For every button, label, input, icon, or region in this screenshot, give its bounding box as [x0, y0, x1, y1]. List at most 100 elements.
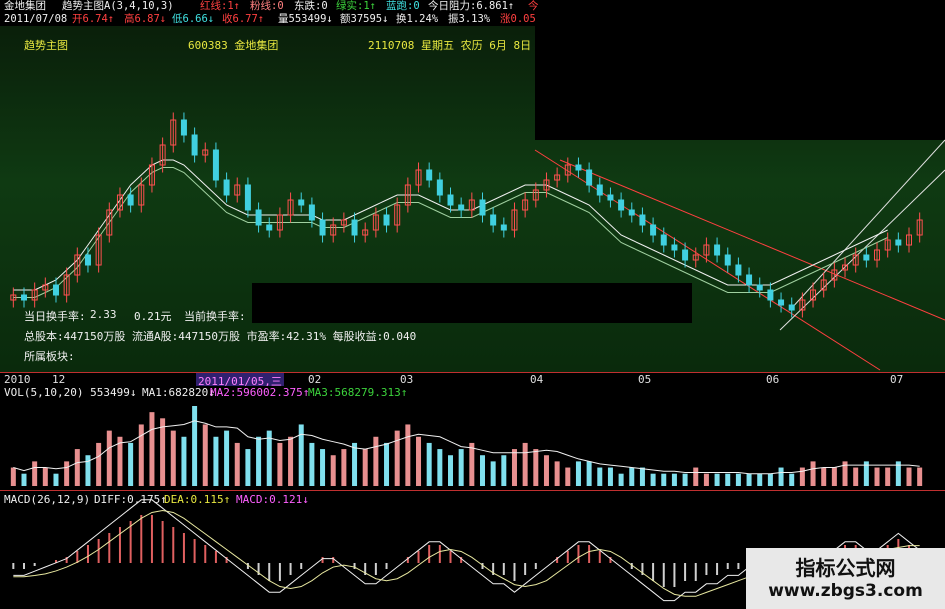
- candle-body: [212, 149, 219, 181]
- candle-body: [479, 199, 486, 216]
- volume-bar: [341, 449, 347, 486]
- candle-body: [671, 244, 678, 251]
- volume-bar: [405, 424, 411, 486]
- macd-diff: DIFF:0.175↑: [94, 493, 167, 506]
- candle-body: [319, 219, 326, 236]
- info-price-b: 0.21元: [134, 310, 172, 323]
- volume-bar: [735, 473, 741, 486]
- volume-bar: [682, 473, 688, 486]
- volume-bar: [373, 436, 379, 486]
- date-tick: 02: [308, 373, 322, 386]
- candle-body: [244, 184, 251, 211]
- candle-body: [298, 199, 305, 206]
- macd-label: MACD(26,12,9): [4, 493, 91, 506]
- redacted-info-box: [252, 283, 692, 323]
- volume-bar: [21, 473, 27, 486]
- volume-bar: [170, 430, 176, 486]
- volume-bar: [298, 424, 304, 486]
- volume-bar: [256, 436, 262, 486]
- candle-body: [308, 204, 315, 221]
- volume-bar: [501, 455, 507, 486]
- volume-bar: [746, 473, 752, 486]
- main-title: 趋势主图: [24, 39, 68, 52]
- candle-body: [458, 204, 465, 211]
- volume-bar: [458, 449, 464, 486]
- candle-body: [447, 194, 454, 206]
- volume-bar: [533, 449, 539, 486]
- header-line-2: 2011/07/08 开6.74↑ 高6.87↓ 低6.66↓ 收6.77↑ 量…: [0, 13, 945, 26]
- candle-body: [756, 284, 763, 291]
- volume-bar: [10, 467, 16, 486]
- volume-bar: [384, 442, 390, 486]
- candle-body: [863, 254, 870, 261]
- volume-bar: [266, 430, 272, 486]
- candle-body: [266, 224, 273, 231]
- volume-bar: [607, 467, 613, 486]
- volume-bar: [394, 430, 400, 486]
- candle-body: [20, 294, 27, 301]
- header-line-1: 金地集团 趋势主图A(3,4,10,3) 红线:1↑ 粉线:0 东跌:0 绿实:…: [0, 0, 945, 13]
- volume-bar: [799, 467, 805, 486]
- candle-body: [596, 184, 603, 196]
- quote-close: 收6.77↑: [222, 13, 265, 25]
- info-sector: 所属板块:: [24, 350, 75, 363]
- volume-bar: [138, 424, 144, 486]
- volume-bar: [575, 461, 581, 486]
- volume-bar: [362, 449, 368, 486]
- volume-bar: [437, 449, 443, 486]
- volume-bar: [320, 449, 326, 486]
- volume-bar: [224, 430, 230, 486]
- volume-bar: [874, 467, 880, 486]
- volume-bar: [490, 461, 496, 486]
- volume-bar: [693, 467, 699, 486]
- candle-body: [490, 214, 497, 226]
- candle-body: [724, 254, 731, 266]
- info-price-a: 2.33: [90, 308, 117, 321]
- candle-body: [383, 214, 390, 226]
- watermark-title: 指标公式网: [795, 556, 896, 580]
- volume-bar: [234, 442, 240, 486]
- volume-bar: [703, 473, 709, 486]
- blue-label: 蓝跑:0: [386, 0, 420, 12]
- candle-body: [628, 209, 635, 216]
- quote-date: 2011/07/08: [4, 13, 68, 25]
- candle-body: [127, 194, 134, 206]
- volume-bar: [757, 473, 763, 486]
- macd-value: MACD:0.121↓: [236, 493, 309, 506]
- candle-body: [650, 224, 657, 236]
- quote-high: 高6.87↓: [124, 13, 167, 25]
- volume-bar: [725, 473, 731, 486]
- quote-amplitude: 振3.13%: [448, 13, 491, 25]
- quote-amount: 额37595↓: [340, 13, 389, 25]
- volume-panel[interactable]: VOL(5,10,20) 553499↓ MA1:682820↓ MA2:596…: [0, 386, 945, 491]
- volume-bar: [853, 467, 859, 486]
- volume-bar: [64, 461, 70, 486]
- candle-body: [180, 119, 187, 136]
- volume-bar: [106, 430, 112, 486]
- volume-bar: [245, 449, 251, 486]
- quote-change: 涨0.05: [500, 13, 536, 25]
- candle-body: [84, 254, 91, 266]
- volume-label: VOL(5,10,20) 553499↓: [4, 386, 137, 399]
- volume-bar: [448, 455, 454, 486]
- volume-bar: [469, 442, 475, 486]
- quote-open: 开6.74↑: [72, 13, 115, 25]
- volume-bar: [885, 467, 891, 486]
- volume-bar: [416, 436, 422, 486]
- info-turnover-current: 当前换手率:: [184, 310, 246, 323]
- volume-bar: [192, 406, 198, 486]
- volume-bar: [330, 455, 336, 486]
- main-date-info: 2110708 星期五 农历 6月 8日: [368, 39, 532, 52]
- volume-bar: [96, 442, 102, 486]
- candle-body: [500, 224, 507, 231]
- volume-bar: [53, 473, 59, 486]
- volume-bar: [831, 467, 837, 486]
- quote-low: 低6.66↓: [172, 13, 215, 25]
- volume-bar: [160, 418, 166, 486]
- volume-bar: [821, 467, 827, 486]
- volume-bar: [149, 412, 155, 486]
- candle-body: [223, 179, 230, 196]
- candle-body: [767, 289, 774, 301]
- volume-bar: [309, 442, 315, 486]
- volume-ma1: MA1:682820↓: [142, 386, 215, 399]
